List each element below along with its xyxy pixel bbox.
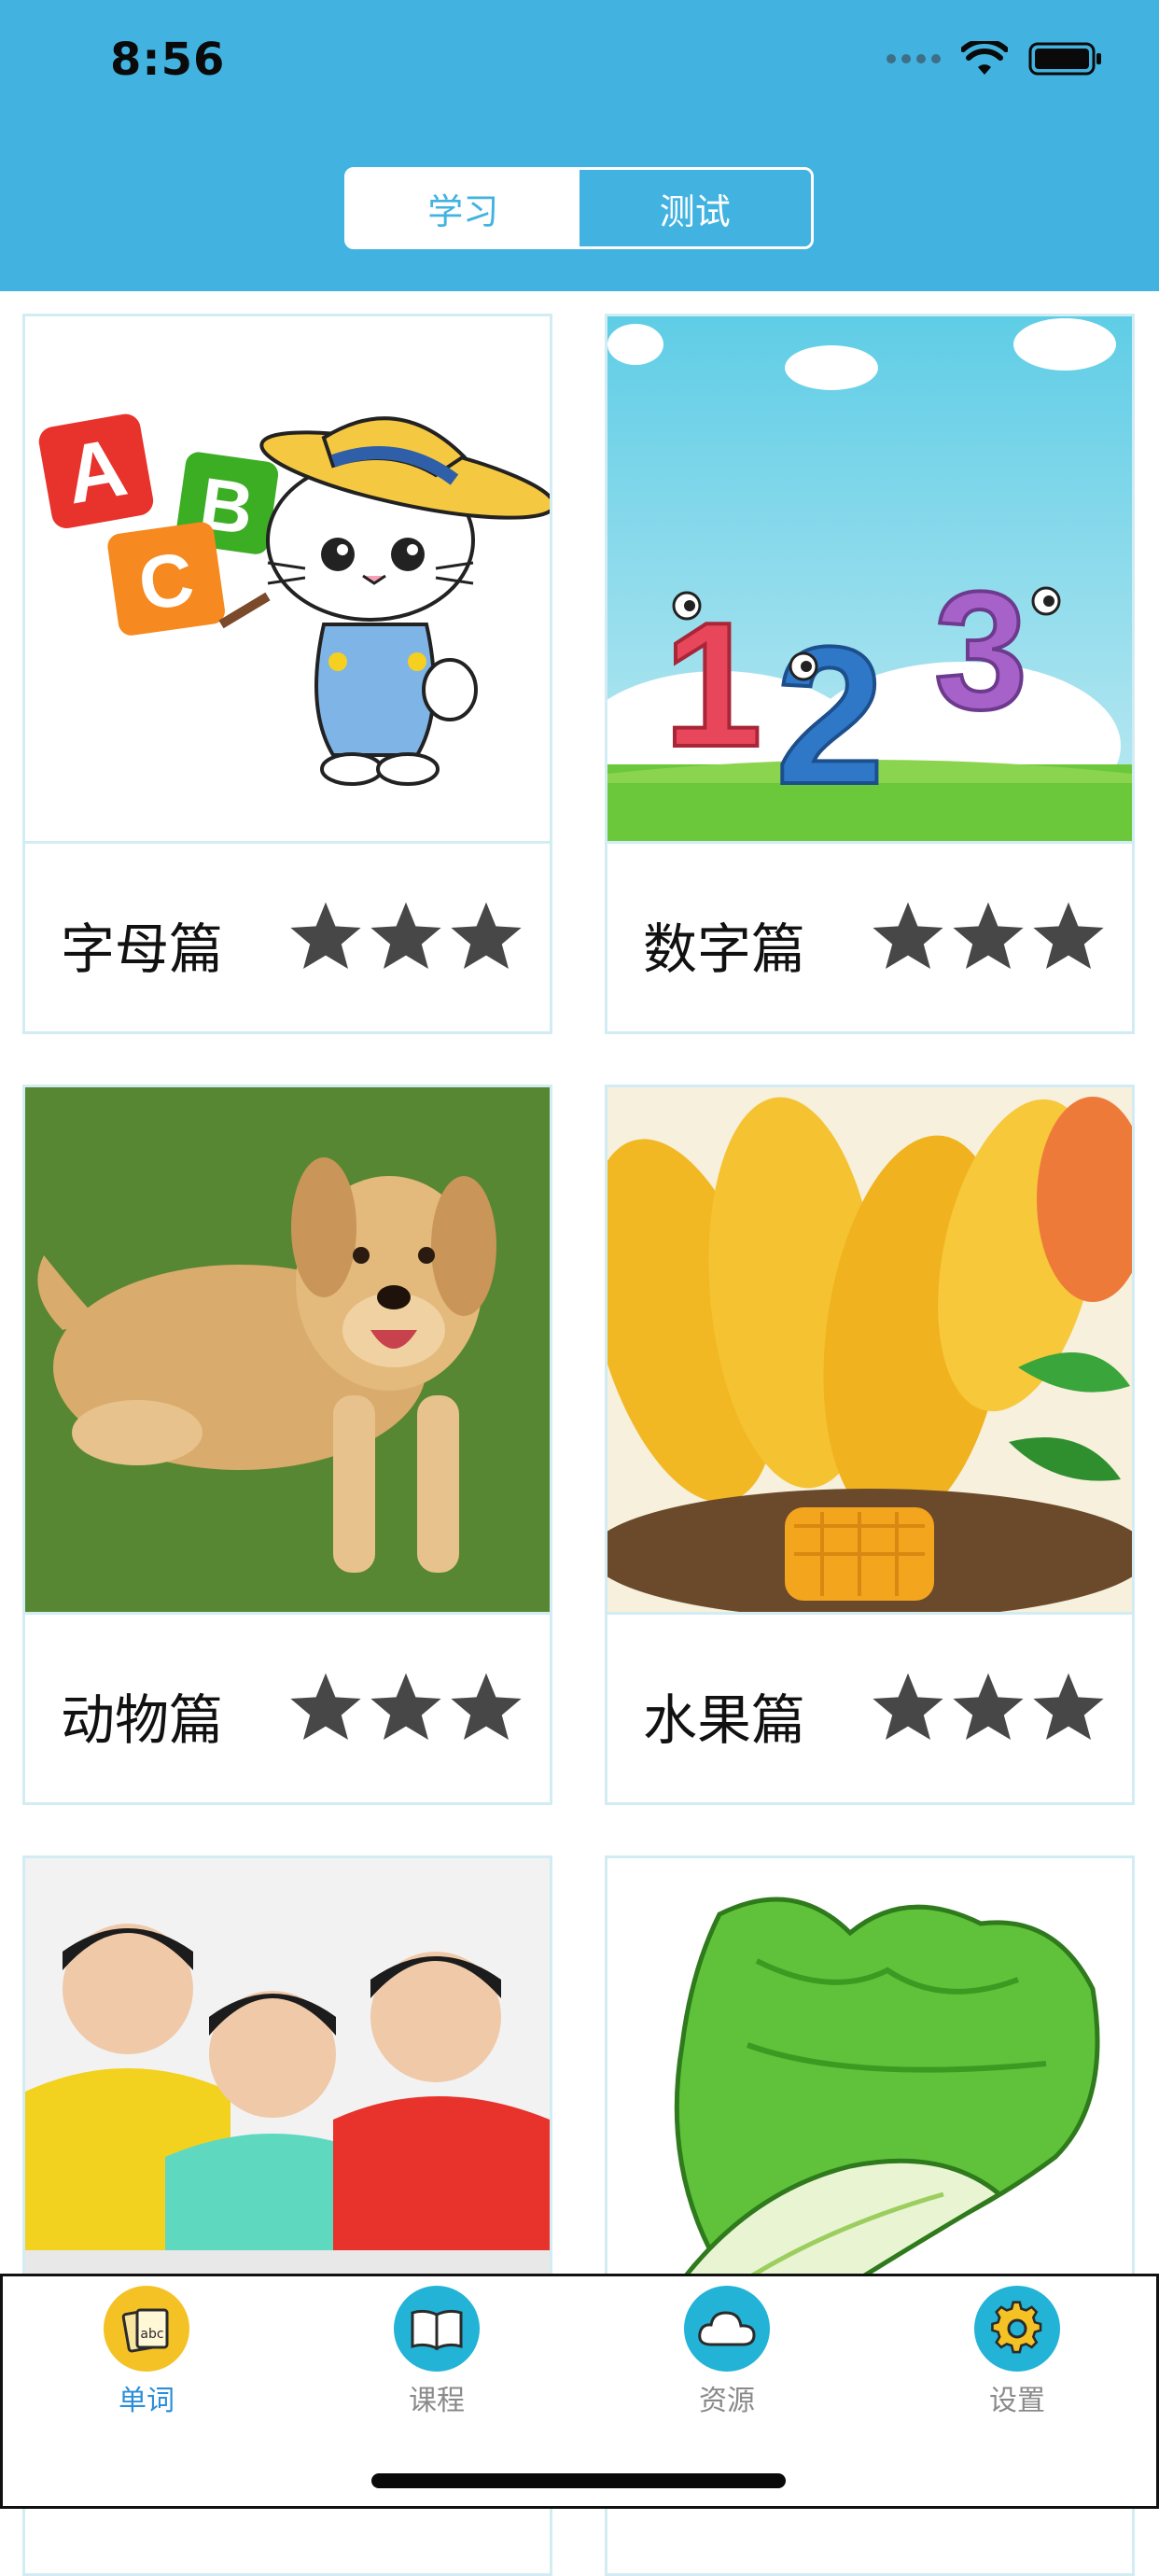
star-rating [288, 1669, 524, 1743]
svg-text:2: 2 [775, 606, 885, 825]
star-icon [1033, 1673, 1104, 1740]
card-title: 动物篇 [61, 1688, 224, 1752]
mango-photo [607, 1087, 1132, 1612]
star-rating [871, 1669, 1106, 1743]
golden-retriever-photo [25, 1087, 550, 1612]
svg-text:C: C [133, 537, 199, 626]
star-icon [290, 1673, 361, 1740]
star-icon [370, 902, 441, 969]
status-time: 8:56 [110, 34, 226, 86]
word-cards-icon: abc [104, 2286, 189, 2372]
tab-words[interactable]: abc 单词 [53, 2286, 240, 2418]
star-icon [873, 902, 943, 969]
star-icon [370, 1673, 441, 1740]
header: 8:56 学习 测试 [0, 0, 1159, 291]
star-icon [451, 1673, 522, 1740]
card-footer: 字母篇 [25, 844, 550, 1031]
tab-resources[interactable]: 资源 [634, 2286, 820, 2418]
tab-label: 课程 [409, 2385, 465, 2417]
svg-text:abc: abc [140, 2327, 163, 2342]
segment-test[interactable]: 测试 [579, 170, 811, 246]
book-icon [394, 2286, 480, 2372]
card-letters[interactable]: A B C 字母篇 [22, 314, 552, 1034]
card-footer: 动物篇 [25, 1615, 550, 1802]
gear-icon [974, 2286, 1060, 2372]
card-title: 数字篇 [643, 917, 806, 981]
card-fruits[interactable]: 水果篇 [605, 1085, 1135, 1805]
numbers-123-illustration: 1 2 3 [607, 316, 1132, 841]
star-icon [1033, 902, 1104, 969]
star-icon [953, 902, 1024, 969]
card-image: A B C [25, 316, 550, 844]
battery-icon [1028, 42, 1101, 76]
star-icon [953, 1673, 1024, 1740]
tab-label: 单词 [119, 2385, 175, 2417]
card-footer: 数字篇 [607, 844, 1132, 1031]
card-numbers[interactable]: 1 2 3 数字篇 [605, 314, 1135, 1034]
status-icons [887, 41, 1103, 77]
star-rating [288, 898, 524, 973]
card-image: 1 2 3 [607, 316, 1132, 844]
star-rating [871, 898, 1106, 973]
card-animals[interactable]: 动物篇 [22, 1085, 552, 1805]
card-title: 字母篇 [61, 917, 224, 981]
card-image [25, 1087, 550, 1615]
home-indicator[interactable] [371, 2473, 786, 2488]
segment-study[interactable]: 学习 [347, 170, 580, 246]
abc-cat-illustration: A B C [25, 316, 550, 841]
tab-settings[interactable]: 设置 [924, 2286, 1110, 2418]
tab-courses[interactable]: 课程 [343, 2286, 530, 2418]
tab-label: 资源 [699, 2385, 755, 2417]
signal-icon [887, 54, 941, 63]
svg-text:3: 3 [934, 557, 1027, 745]
card-title: 水果篇 [643, 1688, 806, 1752]
card-image [607, 1087, 1132, 1615]
cloud-icon [684, 2286, 770, 2372]
study-test-segmented-control: 学习 测试 [344, 167, 814, 249]
tab-label: 设置 [989, 2385, 1045, 2417]
card-footer: 水果篇 [607, 1615, 1132, 1802]
wifi-icon [961, 41, 1008, 75]
star-icon [290, 902, 361, 969]
star-icon [873, 1673, 943, 1740]
star-icon [451, 902, 522, 969]
